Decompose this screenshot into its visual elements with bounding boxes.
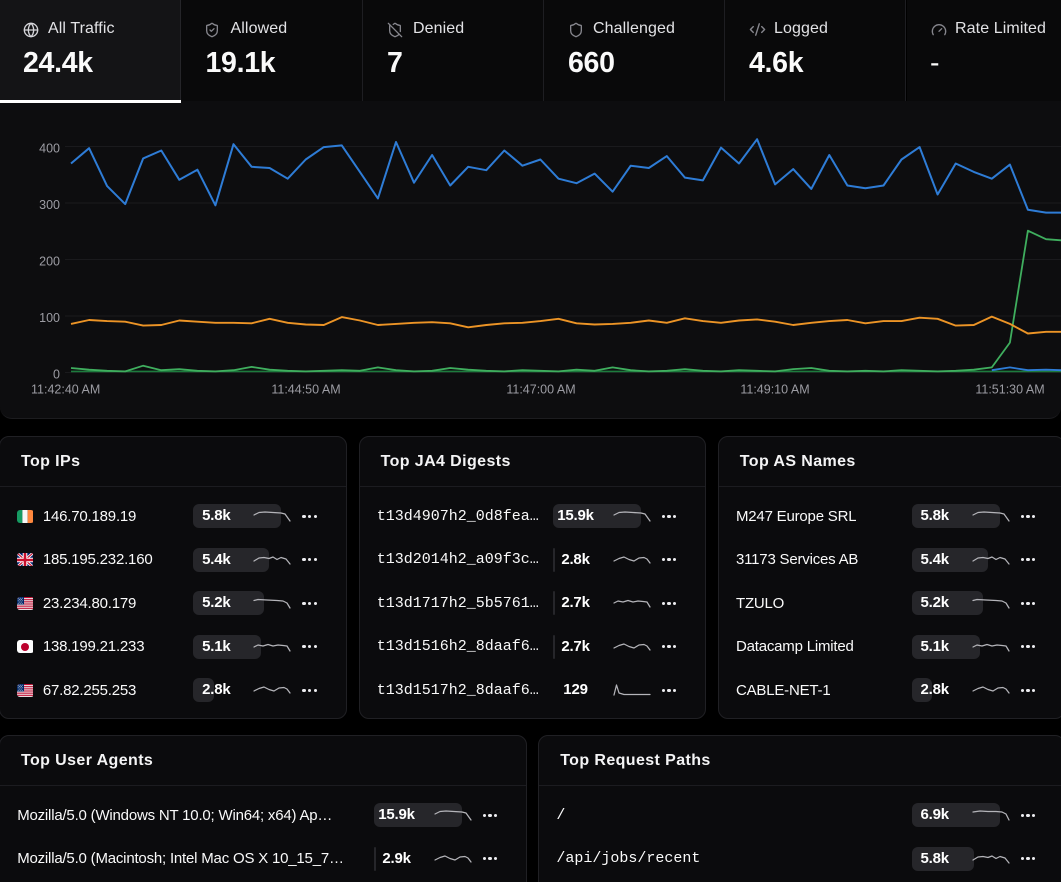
svg-text:11:49:10 AM: 11:49:10 AM xyxy=(740,383,809,397)
svg-text:100: 100 xyxy=(39,311,60,325)
svg-text:11:51:30 AM: 11:51:30 AM xyxy=(975,383,1044,397)
svg-text:400: 400 xyxy=(39,142,60,156)
svg-text:11:42:40 AM: 11:42:40 AM xyxy=(31,383,100,397)
svg-text:300: 300 xyxy=(39,198,60,212)
svg-text:11:47:00 AM: 11:47:00 AM xyxy=(506,383,575,397)
svg-text:11:44:50 AM: 11:44:50 AM xyxy=(271,383,340,397)
svg-text:200: 200 xyxy=(39,255,60,269)
svg-text:0: 0 xyxy=(53,368,60,382)
